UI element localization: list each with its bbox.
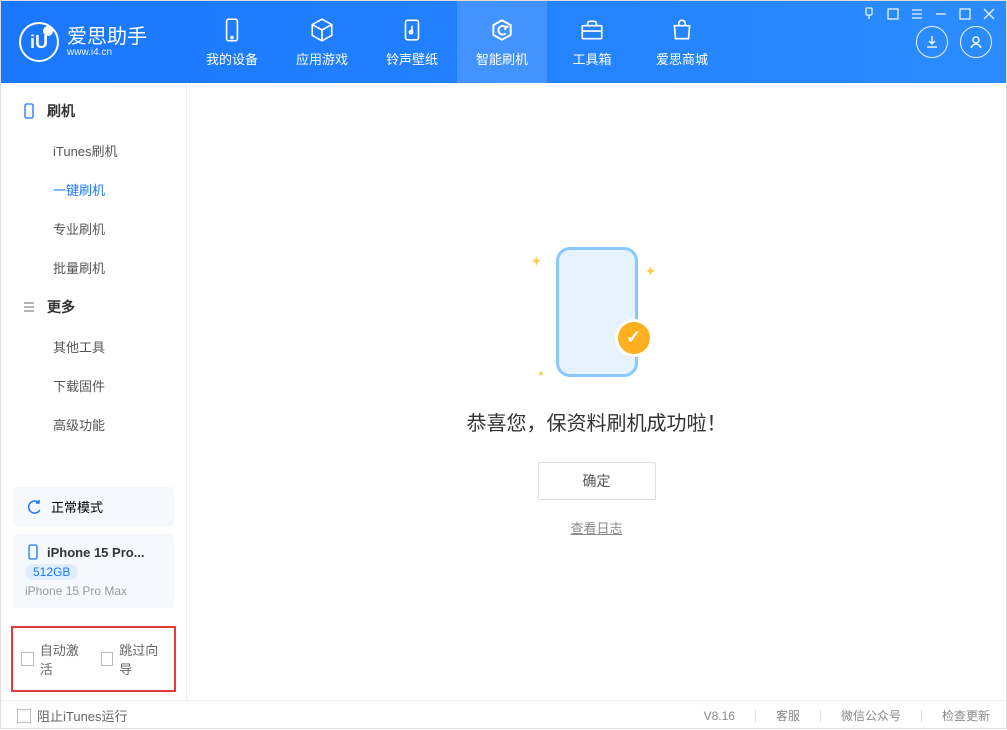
tab-apps-games[interactable]: 应用游戏 <box>277 1 367 83</box>
device-small-icon <box>25 544 41 560</box>
list-icon <box>21 299 37 315</box>
auto-activate-checkbox[interactable]: 自动激活 <box>21 640 87 678</box>
feedback-icon[interactable] <box>885 6 901 22</box>
support-link[interactable]: 客服 <box>776 707 800 724</box>
sidebar-group-flash: 刷机 <box>1 91 186 131</box>
tab-label: 铃声壁纸 <box>386 49 438 68</box>
phone-icon <box>21 103 37 119</box>
sidebar-item-batch-flash[interactable]: 批量刷机 <box>1 248 186 287</box>
tab-toolbox[interactable]: 工具箱 <box>547 1 637 83</box>
storage-badge: 512GB <box>25 564 78 580</box>
bag-icon <box>669 17 695 43</box>
success-illustration: ✦ ✦ • ✓ <box>537 247 657 387</box>
sidebar-group-more: 更多 <box>1 287 186 327</box>
main-content: ✦ ✦ • ✓ 恭喜您，保资料刷机成功啦！ 确定 查看日志 <box>187 83 1006 700</box>
skip-wizard-checkbox[interactable]: 跳过向导 <box>101 640 167 678</box>
sidebar-item-pro-flash[interactable]: 专业刷机 <box>1 209 186 248</box>
close-icon[interactable] <box>981 6 997 22</box>
startup-options-box: 自动激活 跳过向导 <box>11 626 176 692</box>
checkbox-icon <box>17 709 31 723</box>
confirm-button[interactable]: 确定 <box>538 462 656 500</box>
pin-icon[interactable] <box>861 6 877 22</box>
tab-ringtone-wallpaper[interactable]: 铃声壁纸 <box>367 1 457 83</box>
menu-icon[interactable] <box>909 6 925 22</box>
tab-my-device[interactable]: 我的设备 <box>187 1 277 83</box>
tab-label: 工具箱 <box>572 49 611 68</box>
check-update-link[interactable]: 检查更新 <box>942 707 990 724</box>
device-name-text: iPhone 15 Pro... <box>47 545 145 560</box>
checkbox-icon <box>101 652 114 666</box>
music-icon <box>399 17 425 43</box>
sidebar-item-download-firmware[interactable]: 下载固件 <box>1 366 186 405</box>
tab-label: 我的设备 <box>206 49 258 68</box>
toolbox-icon <box>579 17 605 43</box>
version-label: V8.16 <box>704 709 735 723</box>
checkbox-icon <box>21 652 34 666</box>
app-url: www.i4.cn <box>67 47 147 58</box>
refresh-small-icon <box>25 498 43 516</box>
success-message: 恭喜您，保资料刷机成功啦！ <box>467 407 727 436</box>
user-icon[interactable] <box>960 26 992 58</box>
tab-label: 智能刷机 <box>476 49 528 68</box>
app-name: 爱思助手 <box>67 27 147 47</box>
logo[interactable]: iU 爱思助手 www.i4.cn <box>1 22 187 62</box>
sidebar-item-oneclick-flash[interactable]: 一键刷机 <box>1 170 186 209</box>
wechat-link[interactable]: 微信公众号 <box>841 707 901 724</box>
tab-smart-flash[interactable]: 智能刷机 <box>457 1 547 83</box>
sidebar-item-advanced[interactable]: 高级功能 <box>1 405 186 444</box>
mode-card[interactable]: 正常模式 <box>13 487 174 526</box>
device-icon <box>219 17 245 43</box>
check-badge-icon: ✓ <box>615 319 653 357</box>
tab-store[interactable]: 爱思商城 <box>637 1 727 83</box>
device-card[interactable]: iPhone 15 Pro... 512GB iPhone 15 Pro Max <box>13 534 174 608</box>
mode-label: 正常模式 <box>51 497 103 516</box>
minimize-icon[interactable] <box>933 6 949 22</box>
maximize-icon[interactable] <box>957 6 973 22</box>
tab-label: 应用游戏 <box>296 49 348 68</box>
sidebar: 刷机 iTunes刷机 一键刷机 专业刷机 批量刷机 更多 其他工具 下载固件 … <box>1 83 187 700</box>
cube-icon <box>309 17 335 43</box>
block-itunes-checkbox[interactable]: 阻止iTunes运行 <box>17 706 128 725</box>
sidebar-item-other-tools[interactable]: 其他工具 <box>1 327 186 366</box>
footer: 阻止iTunes运行 V8.16 客服 微信公众号 检查更新 <box>1 700 1006 730</box>
refresh-icon <box>489 17 515 43</box>
download-icon[interactable] <box>916 26 948 58</box>
view-log-link[interactable]: 查看日志 <box>570 518 622 537</box>
logo-icon: iU <box>19 22 59 62</box>
header: iU 爱思助手 www.i4.cn 我的设备 应用游戏 铃声壁纸 智能刷机 工具… <box>1 1 1006 83</box>
sidebar-item-itunes-flash[interactable]: iTunes刷机 <box>1 131 186 170</box>
device-model: iPhone 15 Pro Max <box>25 584 127 598</box>
tab-label: 爱思商城 <box>656 49 708 68</box>
